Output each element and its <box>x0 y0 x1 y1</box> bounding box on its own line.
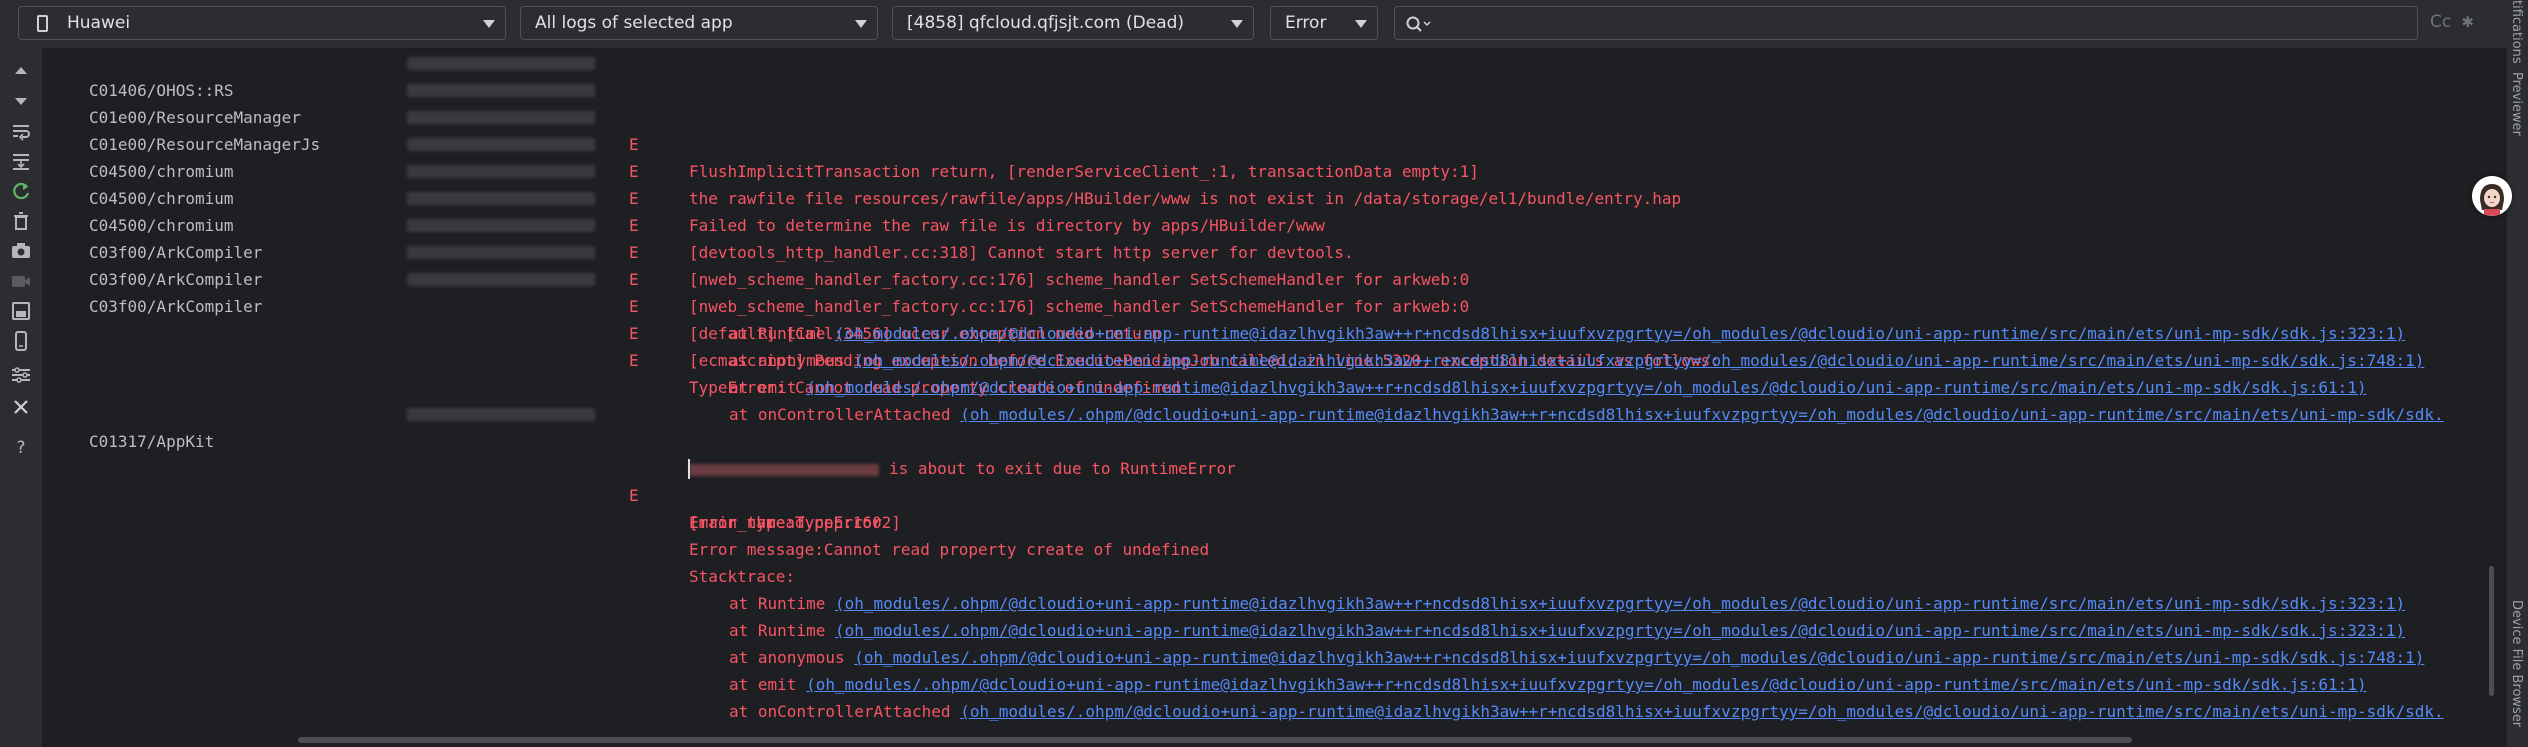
screen-record-icon[interactable] <box>8 268 34 294</box>
log-row[interactable]: C03f00/ArkCompiler E [ecmascript] Pendin… <box>43 239 2506 370</box>
log-row[interactable]: C04500/chromium E [devtools_http_handler… <box>43 131 2506 262</box>
log-continuation-row: is about to exit due to RuntimeError <box>43 428 2506 478</box>
device-icon[interactable] <box>8 328 34 354</box>
stack-function: at onControllerAttached <box>729 702 961 721</box>
redacted-pid <box>407 57 595 70</box>
log-row[interactable]: C03f00/ArkCompiler E TypeError: Cannot r… <box>43 266 2506 397</box>
logcat-toolbar: Huawei All logs of selected app [4858] q… <box>0 0 2528 48</box>
stack-frame-row: at onControllerAttached (oh_modules/.ohp… <box>43 671 2506 721</box>
chevron-down-icon <box>855 20 867 28</box>
stack-frame-row: at Runtime (oh_modules/.ohpm/@dcloudio+u… <box>43 590 2506 640</box>
log-continuation-row: Stacktrace: <box>43 536 2506 586</box>
redacted-pid <box>407 84 595 97</box>
log-continuation-row: Error type:TypeError <box>43 455 2506 532</box>
stack-frame-row: at emit (oh_modules/.ohpm/@dcloudio+uni-… <box>43 644 2506 694</box>
log-view[interactable]: C01406/OHOS::RS E FlushImplicitTransacti… <box>43 48 2506 747</box>
device-selector[interactable]: Huawei <box>18 6 506 40</box>
process-value: [4858] qfcloud.qfjsjt.com (Dead) <box>907 13 1185 33</box>
redacted-pid <box>407 165 595 178</box>
log-row[interactable]: C04500/chromium E [nweb_scheme_handler_f… <box>43 158 2506 289</box>
process-selector[interactable]: [4858] qfcloud.qfjsjt.com (Dead) <box>892 6 1254 40</box>
close-icon[interactable] <box>8 394 34 420</box>
phone-icon <box>37 15 48 32</box>
redacted-pid <box>407 219 595 232</box>
log-continuation-row: Error name:TypeError <box>43 482 2506 532</box>
log-search-box <box>1394 6 2418 40</box>
redacted-pid <box>407 192 595 205</box>
redacted-pid <box>407 111 595 124</box>
avatar-portrait-icon <box>2472 176 2512 216</box>
log-row[interactable]: C01e00/ResourceManager E the rawfile fil… <box>43 77 2506 208</box>
restart-logcat-icon[interactable] <box>8 178 34 204</box>
soft-wrap-icon[interactable] <box>8 118 34 144</box>
stack-frame-row: at anonymous (oh_modules/.ohpm/@dcloudio… <box>43 617 2506 667</box>
filter-settings-icon[interactable] <box>8 362 34 388</box>
stack-frame: at onControllerAttached (oh_modules/.ohp… <box>729 698 2444 725</box>
log-search-input[interactable] <box>1439 9 2403 39</box>
log-level-selector[interactable]: Error <box>1270 6 1378 40</box>
screenshot-icon[interactable] <box>8 238 34 264</box>
redacted-pid <box>407 246 595 259</box>
save-log-icon[interactable] <box>8 298 34 324</box>
device-selector-value: Huawei <box>67 13 131 33</box>
log-level-value: Error <box>1285 13 1327 33</box>
svg-text:?: ? <box>16 438 25 458</box>
stack-frame-row: at anonymous (oh_modules/.ohpm/@dcloudio… <box>43 320 2506 370</box>
log-scope-selector[interactable]: All logs of selected app <box>520 6 878 40</box>
log-row[interactable]: C01e00/ResourceManagerJs E Failed to det… <box>43 104 2506 235</box>
vertical-scrollbar[interactable] <box>2489 566 2494 696</box>
log-scope-value: All logs of selected app <box>535 13 733 33</box>
redacted-pid <box>407 273 595 286</box>
redacted-pid <box>407 138 595 151</box>
horizontal-scrollbar[interactable] <box>298 737 2132 743</box>
log-row[interactable]: C01406/OHOS::RS E FlushImplicitTransacti… <box>43 50 2506 181</box>
previewer-tab[interactable]: Previewer <box>2509 72 2524 136</box>
avatar[interactable] <box>2472 176 2512 216</box>
log-row[interactable]: C01317/AppKit E [main_thread.cpp:1602] <box>43 401 2506 532</box>
source-link[interactable]: (oh_modules/.ohpm/@dcloudio+uni-app-runt… <box>960 702 2443 721</box>
chevron-down-icon <box>1355 20 1367 28</box>
chevron-down-icon <box>483 20 495 28</box>
match-case-toggle[interactable]: Cc <box>2430 12 2451 32</box>
stack-frame-row: at Runtime (oh_modules/.ohpm/@dcloudio+u… <box>43 563 2506 613</box>
scroll-to-end-icon[interactable] <box>8 148 34 174</box>
text-caret <box>688 459 690 479</box>
regex-toggle-icon[interactable]: ✱ <box>2462 10 2473 32</box>
stack-frame-row: at emit (oh_modules/.ohpm/@dcloudio+uni-… <box>43 347 2506 397</box>
log-row[interactable]: C04500/chromium E [nweb_scheme_handler_f… <box>43 185 2506 316</box>
device-file-browser-tab[interactable]: Device File Browser <box>2509 600 2524 727</box>
search-icon[interactable] <box>1405 15 1431 33</box>
chevron-down-icon <box>1231 20 1243 28</box>
log-row[interactable]: C03f00/ArkCompiler E [default] [Call:345… <box>43 212 2506 343</box>
help-icon[interactable]: ? <box>8 434 34 460</box>
redacted-pid <box>407 408 595 421</box>
log-continuation-row: Error message:Cannot read property creat… <box>43 509 2506 559</box>
clear-logcat-icon[interactable] <box>8 208 34 234</box>
scroll-down-icon[interactable] <box>8 88 34 114</box>
stack-frame-row: at onControllerAttached (oh_modules/.ohp… <box>43 374 2506 424</box>
notifications-tab[interactable]: tifications <box>2509 0 2524 64</box>
scroll-up-icon[interactable] <box>8 58 34 84</box>
logcat-tool-strip: ? <box>0 48 43 747</box>
stack-frame-row: at Runtime (oh_modules/.ohpm/@dcloudio+u… <box>43 293 2506 343</box>
